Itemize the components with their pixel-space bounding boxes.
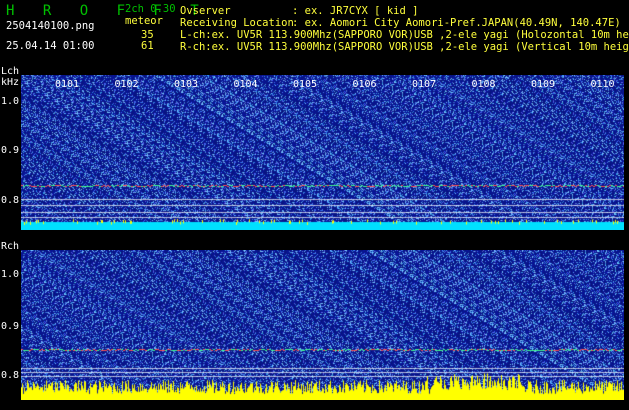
rch-channel-label: Rch	[1, 241, 20, 252]
time-tick: 0104	[233, 79, 258, 90]
lch-info: L-ch:ex. UV5R 113.900Mhz(SAPPORO VOR)USB…	[180, 29, 629, 41]
rch-ytick-1: 1.0	[1, 269, 20, 280]
time-tick: 0103	[174, 79, 199, 90]
time-tick: 0101	[55, 79, 80, 90]
datetime-label: 25.04.14 01:00	[6, 40, 95, 52]
rch-ytick-2: 0.9	[1, 321, 20, 332]
app-logo: H R O F F T	[6, 3, 209, 19]
lch-channel-label: Lch	[1, 66, 20, 77]
location-label: Receiving Location	[180, 17, 294, 29]
lch-ytick-1: 1.0	[1, 96, 20, 107]
rch-spectrogram-canvas	[21, 250, 624, 400]
lch-unit-label: kHz	[1, 77, 20, 88]
time-tick: 0110	[590, 79, 615, 90]
rch-spectrogram	[21, 250, 624, 400]
observer-value: : ex. JR7CYX [ kid ]	[292, 5, 419, 17]
lch-ytick-2: 0.9	[1, 145, 20, 156]
version-label: 2ch 0.30	[125, 3, 176, 15]
time-tick: 0108	[471, 79, 496, 90]
time-tick: 0102	[114, 79, 139, 90]
rch-info: R-ch:ex. UV5R 113.900Mhz(SAPPORO VOR)USB…	[180, 41, 629, 53]
rch-ytick-3: 0.8	[1, 370, 20, 381]
lch-ytick-3: 0.8	[1, 195, 20, 206]
time-tick: 0109	[531, 79, 556, 90]
lch-spectrogram	[21, 75, 624, 230]
mode-label: meteor	[125, 15, 163, 27]
time-tick: 0107	[412, 79, 437, 90]
lch-spectrogram-canvas	[21, 75, 624, 230]
filename-label: 2504140100.png	[6, 20, 95, 32]
time-tick: 0105	[293, 79, 318, 90]
rch-count: 61	[141, 40, 154, 52]
time-tick: 0106	[352, 79, 377, 90]
observer-label: Ovserver	[180, 5, 231, 17]
location-value: : ex. Aomori City Aomori-Pref.JAPAN(40.4…	[292, 17, 621, 29]
